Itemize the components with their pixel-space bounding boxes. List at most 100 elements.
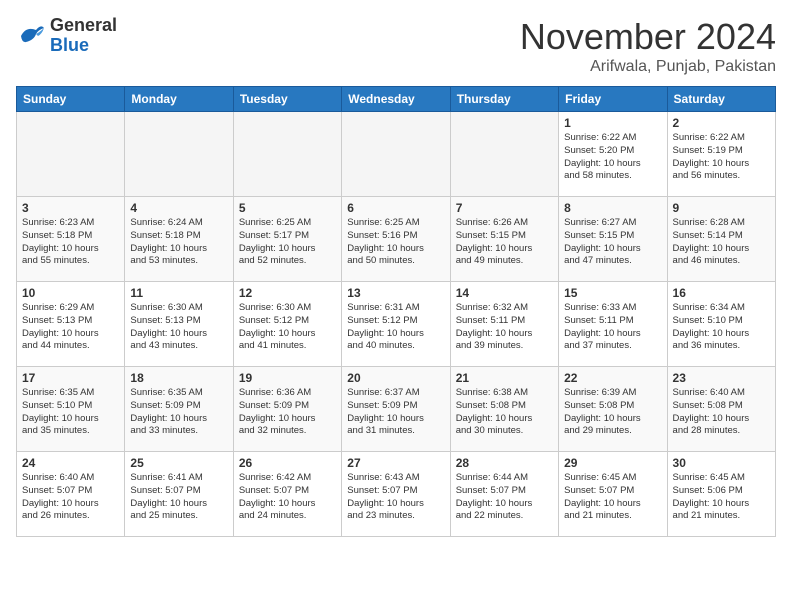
day-info: Sunrise: 6:26 AM Sunset: 5:15 PM Dayligh… xyxy=(456,217,553,268)
day-number: 11 xyxy=(130,286,227,300)
calendar-day: 15 Sunrise: 6:33 AM Sunset: 5:11 PM Dayli… xyxy=(559,282,667,367)
day-number: 28 xyxy=(456,456,553,470)
day-info: Sunrise: 6:25 AM Sunset: 5:16 PM Dayligh… xyxy=(347,217,444,268)
calendar-day: 29 Sunrise: 6:45 AM Sunset: 5:07 PM Dayli… xyxy=(559,452,667,537)
calendar-day xyxy=(233,112,341,197)
calendar-week-row: 24 Sunrise: 6:40 AM Sunset: 5:07 PM Dayli… xyxy=(17,452,776,537)
calendar-day: 18 Sunrise: 6:35 AM Sunset: 5:09 PM Dayli… xyxy=(125,367,233,452)
day-number: 6 xyxy=(347,201,444,215)
day-info: Sunrise: 6:40 AM Sunset: 5:07 PM Dayligh… xyxy=(22,472,119,523)
calendar-day: 12 Sunrise: 6:30 AM Sunset: 5:12 PM Dayli… xyxy=(233,282,341,367)
day-info: Sunrise: 6:29 AM Sunset: 5:13 PM Dayligh… xyxy=(22,302,119,353)
day-info: Sunrise: 6:38 AM Sunset: 5:08 PM Dayligh… xyxy=(456,387,553,438)
day-info: Sunrise: 6:30 AM Sunset: 5:13 PM Dayligh… xyxy=(130,302,227,353)
calendar-day: 27 Sunrise: 6:43 AM Sunset: 5:07 PM Dayli… xyxy=(342,452,450,537)
day-info: Sunrise: 6:34 AM Sunset: 5:10 PM Dayligh… xyxy=(673,302,770,353)
weekday-header-monday: Monday xyxy=(125,87,233,112)
weekday-header-sunday: Sunday xyxy=(17,87,125,112)
day-info: Sunrise: 6:28 AM Sunset: 5:14 PM Dayligh… xyxy=(673,217,770,268)
day-number: 7 xyxy=(456,201,553,215)
calendar-day: 8 Sunrise: 6:27 AM Sunset: 5:15 PM Daylig… xyxy=(559,197,667,282)
weekday-header-friday: Friday xyxy=(559,87,667,112)
calendar-week-row: 3 Sunrise: 6:23 AM Sunset: 5:18 PM Daylig… xyxy=(17,197,776,282)
day-info: Sunrise: 6:25 AM Sunset: 5:17 PM Dayligh… xyxy=(239,217,336,268)
day-info: Sunrise: 6:45 AM Sunset: 5:07 PM Dayligh… xyxy=(564,472,661,523)
day-number: 5 xyxy=(239,201,336,215)
day-number: 14 xyxy=(456,286,553,300)
day-info: Sunrise: 6:32 AM Sunset: 5:11 PM Dayligh… xyxy=(456,302,553,353)
day-number: 15 xyxy=(564,286,661,300)
calendar-day: 30Sunrise: 6:45 AM Sunset: 5:06 PM Dayli… xyxy=(667,452,775,537)
day-number: 29 xyxy=(564,456,661,470)
day-number: 17 xyxy=(22,371,119,385)
weekday-header-tuesday: Tuesday xyxy=(233,87,341,112)
day-info: Sunrise: 6:42 AM Sunset: 5:07 PM Dayligh… xyxy=(239,472,336,523)
day-number: 20 xyxy=(347,371,444,385)
day-number: 18 xyxy=(130,371,227,385)
day-info: Sunrise: 6:45 AM Sunset: 5:06 PM Dayligh… xyxy=(673,472,770,523)
day-number: 4 xyxy=(130,201,227,215)
day-number: 1 xyxy=(564,116,661,130)
day-info: Sunrise: 6:37 AM Sunset: 5:09 PM Dayligh… xyxy=(347,387,444,438)
day-number: 9 xyxy=(673,201,770,215)
calendar-day: 24 Sunrise: 6:40 AM Sunset: 5:07 PM Dayli… xyxy=(17,452,125,537)
calendar-day xyxy=(125,112,233,197)
day-number: 19 xyxy=(239,371,336,385)
logo-bird-icon xyxy=(16,22,46,50)
day-info: Sunrise: 6:39 AM Sunset: 5:08 PM Dayligh… xyxy=(564,387,661,438)
day-info: Sunrise: 6:35 AM Sunset: 5:09 PM Dayligh… xyxy=(130,387,227,438)
day-info: Sunrise: 6:30 AM Sunset: 5:12 PM Dayligh… xyxy=(239,302,336,353)
day-number: 3 xyxy=(22,201,119,215)
day-info: Sunrise: 6:24 AM Sunset: 5:18 PM Dayligh… xyxy=(130,217,227,268)
calendar-day: 21Sunrise: 6:38 AM Sunset: 5:08 PM Dayli… xyxy=(450,367,558,452)
day-number: 24 xyxy=(22,456,119,470)
calendar-day: 17 Sunrise: 6:35 AM Sunset: 5:10 PM Dayli… xyxy=(17,367,125,452)
day-info: Sunrise: 6:31 AM Sunset: 5:12 PM Dayligh… xyxy=(347,302,444,353)
day-number: 8 xyxy=(564,201,661,215)
logo-blue-text: Blue xyxy=(50,35,89,55)
day-number: 27 xyxy=(347,456,444,470)
calendar-day: 23Sunrise: 6:40 AM Sunset: 5:08 PM Dayli… xyxy=(667,367,775,452)
weekday-header-saturday: Saturday xyxy=(667,87,775,112)
weekday-header-wednesday: Wednesday xyxy=(342,87,450,112)
calendar-day: 11 Sunrise: 6:30 AM Sunset: 5:13 PM Dayli… xyxy=(125,282,233,367)
day-number: 12 xyxy=(239,286,336,300)
day-info: Sunrise: 6:33 AM Sunset: 5:11 PM Dayligh… xyxy=(564,302,661,353)
calendar-day: 10Sunrise: 6:29 AM Sunset: 5:13 PM Dayli… xyxy=(17,282,125,367)
logo: General Blue xyxy=(16,16,117,56)
calendar-day: 25Sunrise: 6:41 AM Sunset: 5:07 PM Dayli… xyxy=(125,452,233,537)
day-info: Sunrise: 6:44 AM Sunset: 5:07 PM Dayligh… xyxy=(456,472,553,523)
calendar-week-row: 10Sunrise: 6:29 AM Sunset: 5:13 PM Dayli… xyxy=(17,282,776,367)
weekday-header-row: SundayMondayTuesdayWednesdayThursdayFrid… xyxy=(17,87,776,112)
weekday-header-thursday: Thursday xyxy=(450,87,558,112)
day-number: 13 xyxy=(347,286,444,300)
day-info: Sunrise: 6:36 AM Sunset: 5:09 PM Dayligh… xyxy=(239,387,336,438)
calendar-day: 9 Sunrise: 6:28 AM Sunset: 5:14 PM Daylig… xyxy=(667,197,775,282)
day-info: Sunrise: 6:35 AM Sunset: 5:10 PM Dayligh… xyxy=(22,387,119,438)
day-info: Sunrise: 6:23 AM Sunset: 5:18 PM Dayligh… xyxy=(22,217,119,268)
calendar-day: 6 Sunrise: 6:25 AM Sunset: 5:16 PM Daylig… xyxy=(342,197,450,282)
calendar-week-row: 17 Sunrise: 6:35 AM Sunset: 5:10 PM Dayli… xyxy=(17,367,776,452)
day-info: Sunrise: 6:43 AM Sunset: 5:07 PM Dayligh… xyxy=(347,472,444,523)
day-info: Sunrise: 6:22 AM Sunset: 5:19 PM Dayligh… xyxy=(673,132,770,183)
calendar-day xyxy=(17,112,125,197)
day-info: Sunrise: 6:41 AM Sunset: 5:07 PM Dayligh… xyxy=(130,472,227,523)
calendar-day xyxy=(450,112,558,197)
day-number: 22 xyxy=(564,371,661,385)
day-info: Sunrise: 6:22 AM Sunset: 5:20 PM Dayligh… xyxy=(564,132,661,183)
calendar-day: 14 Sunrise: 6:32 AM Sunset: 5:11 PM Dayli… xyxy=(450,282,558,367)
calendar-day: 16 Sunrise: 6:34 AM Sunset: 5:10 PM Dayli… xyxy=(667,282,775,367)
location-text: Arifwala, Punjab, Pakistan xyxy=(520,58,776,76)
day-number: 26 xyxy=(239,456,336,470)
calendar-day: 2 Sunrise: 6:22 AM Sunset: 5:19 PM Daylig… xyxy=(667,112,775,197)
calendar-day: 28 Sunrise: 6:44 AM Sunset: 5:07 PM Dayli… xyxy=(450,452,558,537)
calendar-day: 3 Sunrise: 6:23 AM Sunset: 5:18 PM Daylig… xyxy=(17,197,125,282)
calendar-day: 13 Sunrise: 6:31 AM Sunset: 5:12 PM Dayli… xyxy=(342,282,450,367)
day-info: Sunrise: 6:27 AM Sunset: 5:15 PM Dayligh… xyxy=(564,217,661,268)
calendar-day: 19 Sunrise: 6:36 AM Sunset: 5:09 PM Dayli… xyxy=(233,367,341,452)
calendar-day: 26 Sunrise: 6:42 AM Sunset: 5:07 PM Dayli… xyxy=(233,452,341,537)
logo-general-text: General xyxy=(50,15,117,35)
day-number: 16 xyxy=(673,286,770,300)
day-number: 2 xyxy=(673,116,770,130)
calendar-day: 5 Sunrise: 6:25 AM Sunset: 5:17 PM Daylig… xyxy=(233,197,341,282)
